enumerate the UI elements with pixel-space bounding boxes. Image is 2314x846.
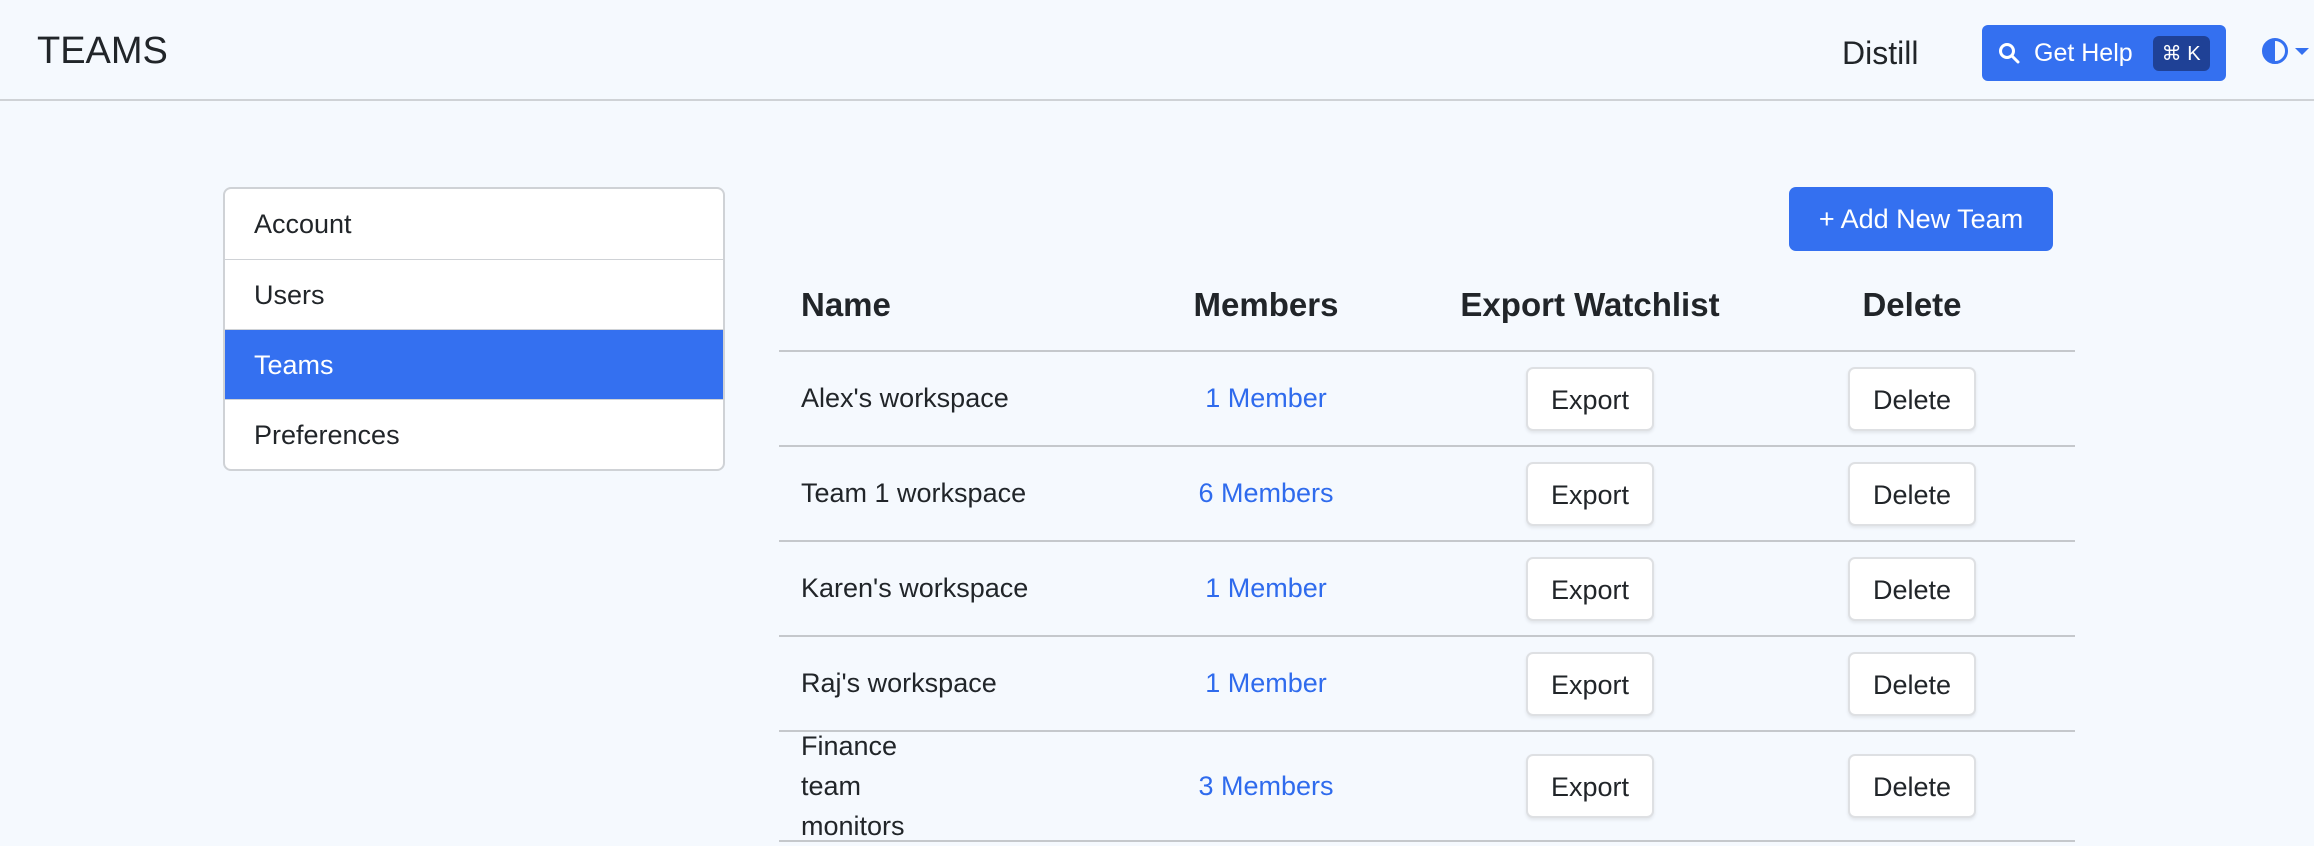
settings-sidebar: Account Users Teams Preferences [223, 187, 725, 471]
column-header-export: Export Watchlist [1460, 286, 1720, 323]
sidebar-item-users[interactable]: Users [225, 259, 723, 329]
export-button[interactable]: Export [1526, 366, 1654, 431]
members-link[interactable]: 1 Member [1205, 573, 1327, 603]
page-title: TEAMS [37, 30, 168, 72]
get-help-label: Get Help [2034, 38, 2133, 67]
org-name[interactable]: Distill [1842, 35, 1918, 72]
team-name: Raj's workspace [801, 668, 997, 698]
table-row: Alex's workspace 1 Member Export Delete [779, 352, 2075, 447]
members-link[interactable]: 1 Member [1205, 383, 1327, 413]
top-bar: TEAMS Distill Get Help ⌘ K [0, 0, 2314, 101]
export-button[interactable]: Export [1526, 651, 1654, 716]
delete-button[interactable]: Delete [1848, 366, 1976, 431]
column-header-delete: Delete [1862, 286, 1962, 323]
delete-button[interactable]: Delete [1848, 651, 1976, 716]
members-link[interactable]: 3 Members [1198, 771, 1333, 801]
shortcut-badge: ⌘ K [2152, 35, 2210, 71]
get-help-button[interactable]: Get Help ⌘ K [1982, 25, 2226, 81]
column-header-members: Members [1193, 286, 1339, 323]
table-row: Raj's workspace 1 Member Export Delete [779, 637, 2075, 732]
sidebar-item-teams[interactable]: Teams [225, 329, 723, 399]
team-name: Finance team monitors [801, 731, 905, 841]
table-row: Finance team monitors 3 Members Export D… [779, 731, 2075, 842]
table-row: Karen's workspace 1 Member Export Delete [779, 542, 2075, 637]
table-row: Team 1 workspace 6 Members Export Delete [779, 447, 2075, 542]
search-icon [1999, 43, 2020, 64]
export-button[interactable]: Export [1526, 556, 1654, 621]
add-new-team-button[interactable]: + Add New Team [1789, 187, 2053, 251]
members-link[interactable]: 6 Members [1198, 478, 1333, 508]
members-link[interactable]: 1 Member [1205, 668, 1327, 698]
delete-button[interactable]: Delete [1848, 556, 1976, 621]
column-header-name: Name [801, 286, 891, 323]
theme-toggle[interactable] [2261, 37, 2309, 65]
caret-down-icon [2295, 48, 2309, 55]
sidebar-item-account[interactable]: Account [225, 189, 723, 259]
team-name: Alex's workspace [801, 383, 1009, 413]
teams-table: Name Members Export Watchlist Delete Ale… [779, 260, 2075, 842]
delete-button[interactable]: Delete [1848, 754, 1976, 818]
delete-button[interactable]: Delete [1848, 461, 1976, 526]
export-button[interactable]: Export [1526, 461, 1654, 526]
team-name: Karen's workspace [801, 573, 1029, 603]
contrast-icon [2262, 38, 2288, 64]
team-name: Team 1 workspace [801, 478, 1027, 508]
export-button[interactable]: Export [1526, 754, 1654, 818]
table-header: Name Members Export Watchlist Delete [779, 260, 2075, 352]
sidebar-item-preferences[interactable]: Preferences [225, 399, 723, 469]
